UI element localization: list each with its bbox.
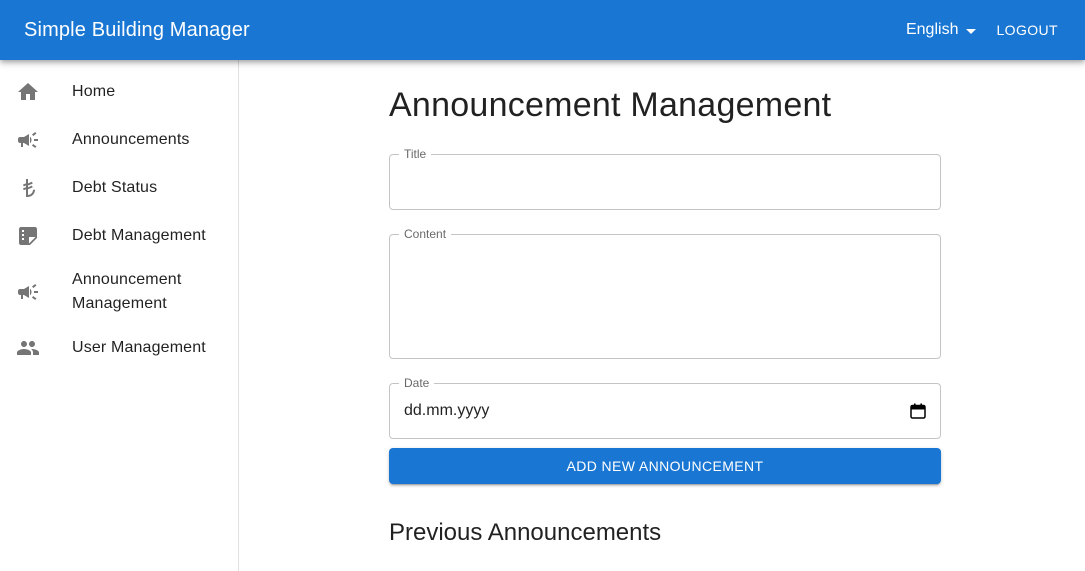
people-icon [16,336,72,360]
campaign-icon [16,128,72,152]
main-content: Announcement Management Title Content Da… [389,60,941,549]
title-field: Title [389,147,941,210]
content-input[interactable] [390,235,940,358]
add-announcement-button[interactable]: ADD NEW ANNOUNCEMENT [389,448,941,484]
logout-button[interactable]: LOGOUT [996,22,1058,38]
language-value: English [905,21,959,38]
sidebar-item-announcements[interactable]: Announcements [0,116,238,164]
title-label: Title [399,147,432,161]
title-input[interactable] [390,155,940,209]
language-select[interactable]: English [905,21,977,39]
date-label: Date [399,376,435,390]
sidebar-item-label: Home [72,83,116,100]
home-icon [16,80,72,104]
sidebar-item-label: Announcement Management [72,271,182,312]
app-title: Simple Building Manager [24,18,250,41]
date-input[interactable]: dd.mm.yyyy [404,402,910,420]
sidebar-item-user-management[interactable]: User Management [0,324,238,372]
sidebar-item-announcement-management[interactable]: Announcement Management [0,260,238,324]
calendar-icon[interactable] [910,403,926,419]
sidebar-item-debt-status[interactable]: Debt Status [0,164,238,212]
receipt-icon [16,224,72,248]
caret-down-icon [966,28,977,34]
sidebar: Home Announcements Debt Status Debt Mana… [0,60,239,571]
content-field: Content [389,227,941,359]
sidebar-item-home[interactable]: Home [0,68,238,116]
content-label: Content [399,227,452,241]
sidebar-item-label: Debt Status [72,179,158,196]
sidebar-item-label: User Management [72,339,206,356]
page-title: Announcement Management [389,86,832,124]
app-bar: Simple Building Manager English LOGOUT [0,0,1085,60]
lira-icon [16,176,72,200]
previous-announcements-heading: Previous Announcements [389,519,662,546]
sidebar-item-label: Debt Management [72,227,206,244]
sidebar-item-debt-management[interactable]: Debt Management [0,212,238,260]
campaign-icon [16,280,72,304]
date-field[interactable]: Date dd.mm.yyyy [389,376,941,439]
sidebar-item-label: Announcements [72,131,190,148]
